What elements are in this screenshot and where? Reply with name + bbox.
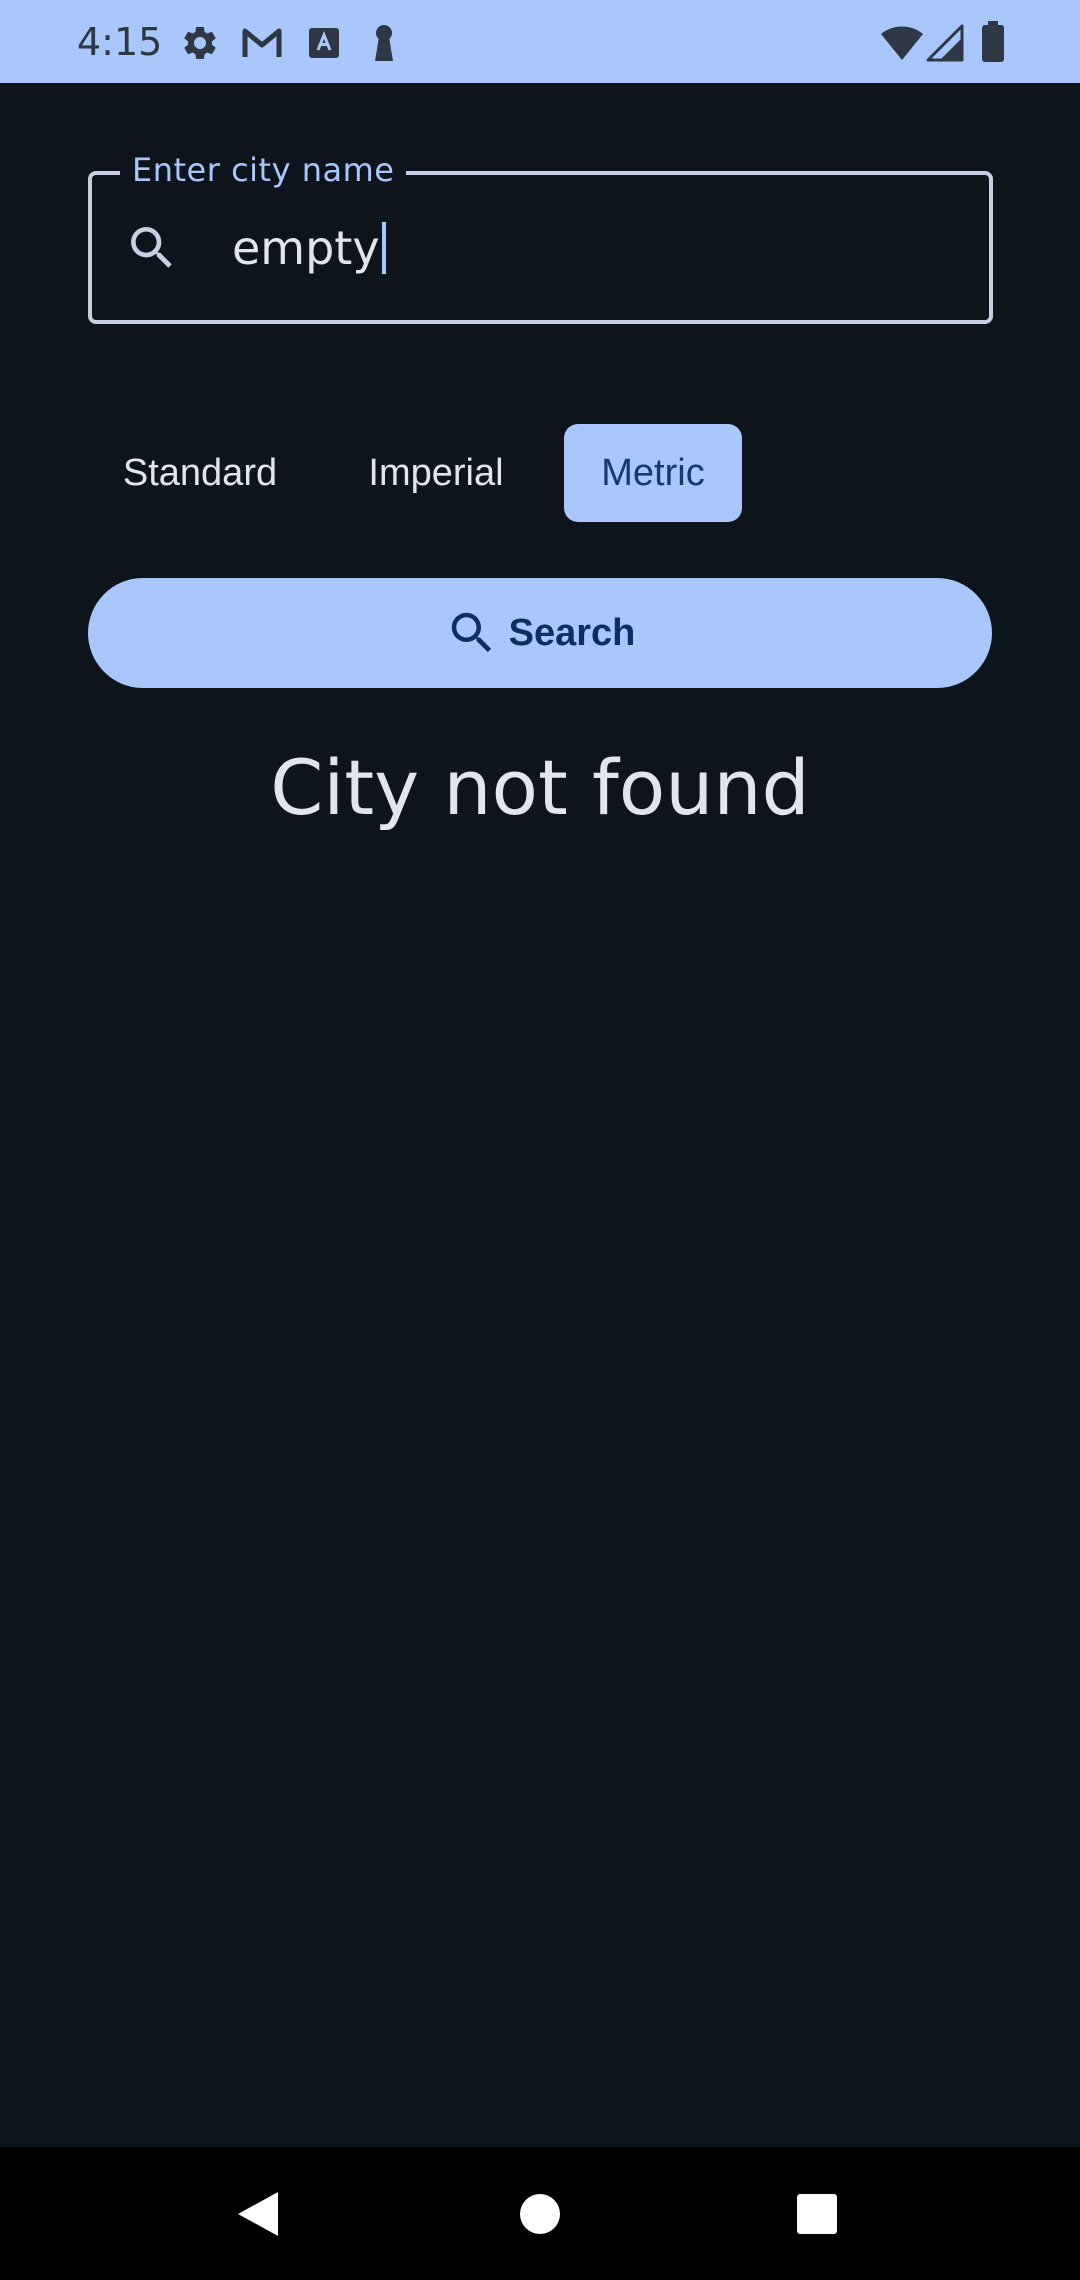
recents-icon[interactable] (797, 2194, 837, 2234)
status-time: 4:15 (77, 20, 163, 64)
search-button-label: Search (508, 611, 636, 654)
font-icon (309, 28, 339, 58)
gmail-icon (242, 28, 282, 57)
unit-option-imperial[interactable]: Imperial (348, 424, 524, 522)
home-icon[interactable] (519, 2193, 561, 2235)
city-input-wrap[interactable]: empty (232, 218, 386, 278)
city-field-label-wrap: Enter city name (120, 150, 407, 190)
search-button[interactable]: Search (88, 578, 992, 688)
status-bar: 4:15 (0, 0, 1080, 83)
result-message: City not found (270, 743, 810, 832)
settings-icon (184, 26, 216, 59)
keyhole-icon (375, 25, 393, 61)
navigation-bar (0, 2147, 1080, 2280)
unit-option-metric[interactable]: Metric (564, 424, 742, 522)
search-icon (451, 612, 491, 653)
main-content (0, 83, 1080, 2147)
back-icon[interactable] (236, 2190, 280, 2238)
battery-icon (982, 21, 1004, 62)
search-icon (131, 227, 172, 268)
signal-icon (926, 24, 964, 62)
city-search-field[interactable] (88, 171, 993, 324)
city-input[interactable]: empty (232, 218, 380, 278)
text-cursor (381, 222, 386, 274)
unit-option-standard[interactable]: Standard (88, 424, 312, 522)
wifi-icon (881, 26, 923, 60)
city-field-label: Enter city name (132, 151, 395, 189)
